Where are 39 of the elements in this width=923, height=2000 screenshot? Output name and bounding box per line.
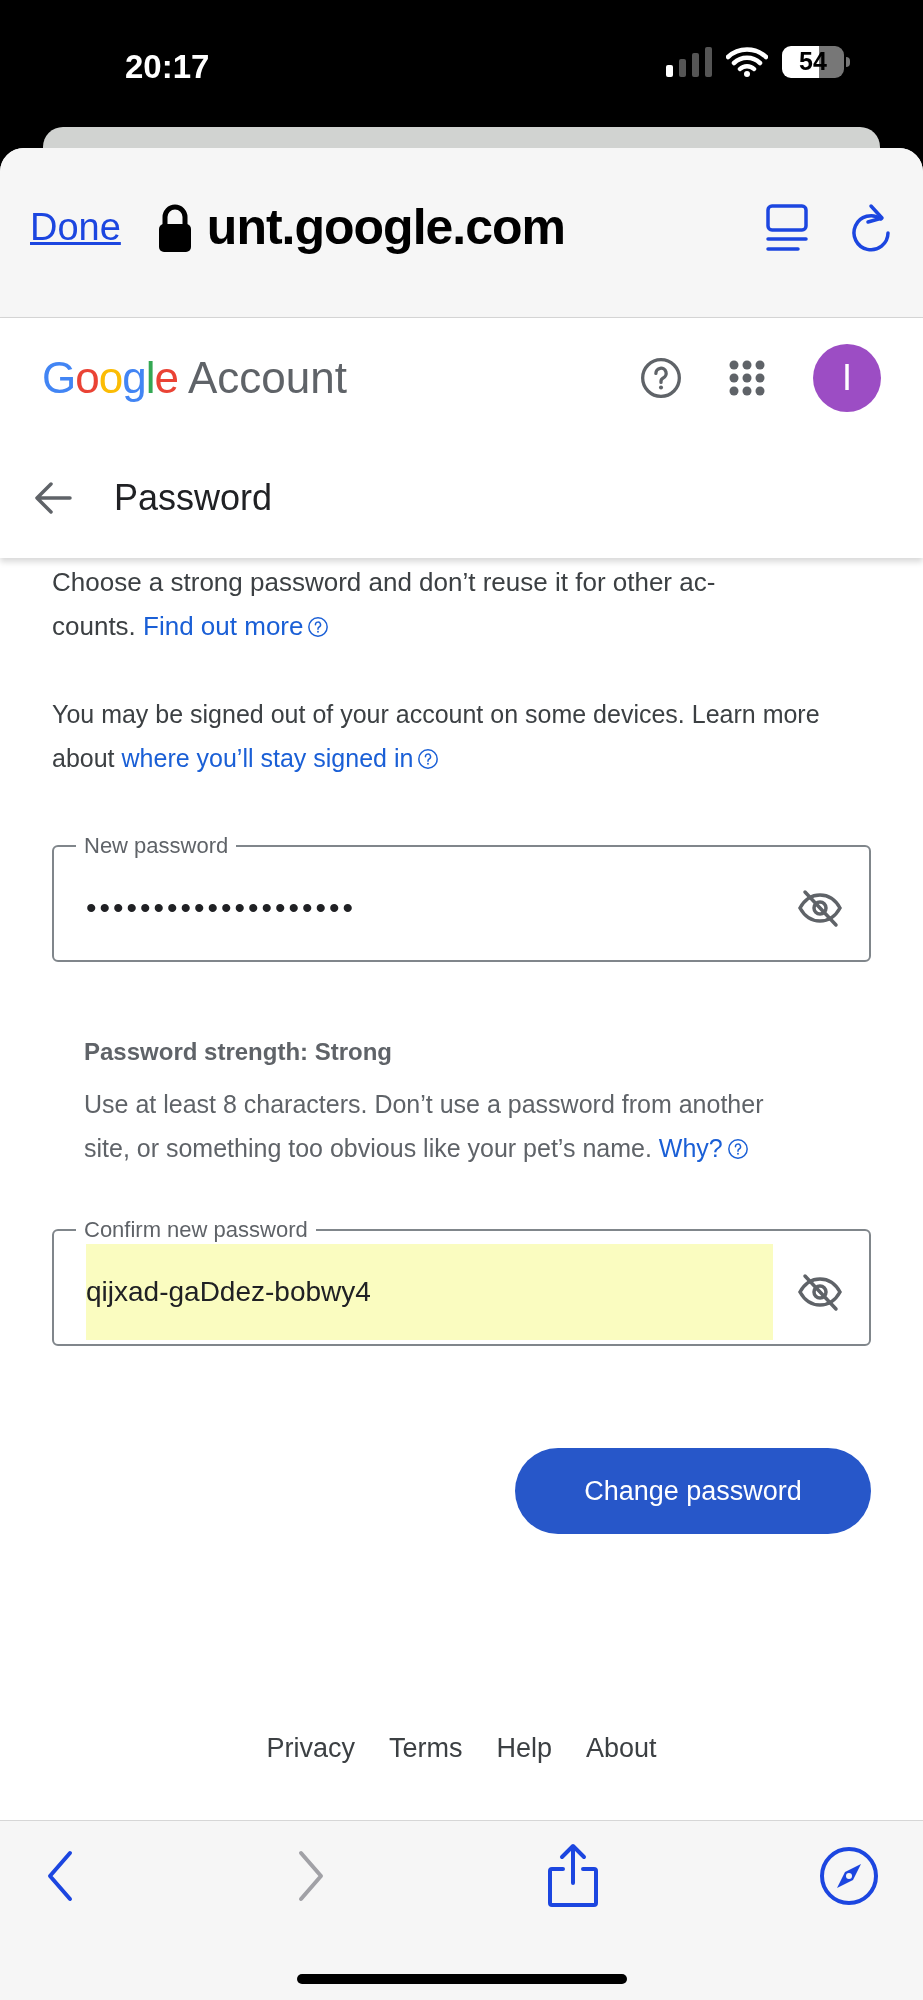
- signal-icon: [666, 47, 712, 77]
- help-icon: [417, 748, 440, 770]
- product-name: Account: [187, 352, 347, 404]
- lock-icon: [156, 202, 193, 253]
- compass-icon: [819, 1846, 879, 1906]
- field-label: Confirm new password: [83, 1216, 309, 1244]
- google-logo: Google: [42, 352, 178, 404]
- footer-link[interactable]: Terms: [388, 1726, 463, 1770]
- footer-link[interactable]: Privacy: [266, 1726, 355, 1770]
- change-password-button[interactable]: Change password: [515, 1448, 871, 1534]
- intro-text: Choose a strong password and don’t reuse it for other ac- counts. Find out more: [52, 566, 717, 643]
- back-arrow-icon[interactable]: [34, 481, 72, 515]
- url-text[interactable]: unt.google.com: [206, 190, 566, 265]
- wifi-icon: [726, 47, 768, 77]
- help-icon: [726, 1138, 749, 1160]
- done-link[interactable]: Done: [30, 199, 121, 256]
- reader-icon[interactable]: [765, 202, 809, 253]
- eye-off-icon[interactable]: [797, 1272, 843, 1312]
- field-value: qijxad-gaDdez-bobwy4: [86, 1275, 371, 1309]
- eye-off-icon[interactable]: [797, 888, 843, 928]
- strength-hint: Use at least 8 characters. Don’t use a password from another site, or something too obvious like your pet’s name. Why?: [84, 1089, 765, 1164]
- footer-link[interactable]: About: [586, 1726, 657, 1770]
- field-label: New password: [83, 832, 230, 860]
- sign-out-notice: You may be signed out of your account on some devices. Learn more about where you’ll stay signed in: [52, 699, 821, 774]
- avatar[interactable]: I: [813, 344, 881, 412]
- help-icon[interactable]: [639, 356, 683, 400]
- share-icon: [546, 1843, 600, 1909]
- page-title: Password: [114, 476, 273, 520]
- footer-link[interactable]: Help: [496, 1726, 552, 1770]
- find-out-more-link[interactable]: Find out more: [143, 611, 330, 641]
- signed-in-link[interactable]: where you’ll stay signed in: [121, 744, 440, 772]
- why-link[interactable]: Why?: [658, 1134, 749, 1162]
- reload-icon[interactable]: [849, 202, 893, 253]
- battery-indicator: 54: [782, 46, 850, 78]
- field-value: ••••••••••••••••••••: [86, 893, 357, 923]
- apps-grid-icon[interactable]: [729, 360, 765, 396]
- help-icon: [307, 616, 330, 638]
- clock: 20:17: [125, 47, 210, 87]
- strength-title: Password strength: Strong: [84, 1037, 394, 1067]
